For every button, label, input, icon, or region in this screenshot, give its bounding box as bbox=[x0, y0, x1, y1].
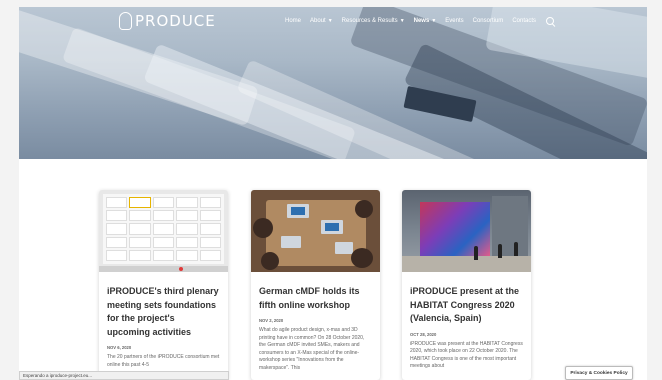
hall-floor bbox=[402, 256, 531, 272]
news-card-image[interactable] bbox=[402, 190, 531, 272]
led-screen bbox=[420, 202, 490, 256]
laptop-screen bbox=[325, 223, 339, 231]
nav-item-label: Contacts bbox=[512, 18, 536, 24]
page: PRODUCE Home About ▼ Resources & Results… bbox=[19, 7, 647, 380]
person bbox=[253, 218, 273, 238]
news-card-date: NOV 6, 2020 bbox=[107, 345, 132, 350]
news-card-excerpt: iPRODUCE was present at the HABITAT Cong… bbox=[410, 340, 523, 370]
chevron-down-icon: ▼ bbox=[327, 18, 333, 24]
nav-item-consortium[interactable]: Consortium bbox=[473, 18, 504, 24]
nav-item-label: Home bbox=[285, 18, 302, 24]
top-navigation: PRODUCE Home About ▼ Resources & Results… bbox=[19, 7, 647, 37]
news-card-body: iPRODUCE present at the HABITAT Congress… bbox=[402, 272, 531, 371]
nav-item-events[interactable]: Events bbox=[445, 18, 463, 24]
news-card-excerpt: The 20 partners of the iPRODUCE consorti… bbox=[107, 354, 220, 368]
nav-item-about[interactable]: About ▼ bbox=[310, 18, 333, 24]
chevron-down-icon: ▼ bbox=[399, 18, 405, 24]
news-card[interactable]: iPRODUCE's third plenary meeting sets fo… bbox=[99, 190, 228, 380]
logo-text: PRODUCE bbox=[135, 12, 216, 30]
nav-item-label: Consortium bbox=[472, 18, 504, 24]
person bbox=[514, 242, 518, 256]
news-card[interactable]: German cMDF holds its fifth online works… bbox=[251, 190, 380, 380]
person bbox=[498, 244, 502, 258]
main-menu: Home About ▼ Resources & Results ▼ News … bbox=[285, 17, 554, 25]
laptop bbox=[335, 242, 353, 254]
chevron-down-icon: ▼ bbox=[431, 18, 437, 24]
news-card-image[interactable] bbox=[251, 190, 380, 272]
browser-status-bar: Esperando a iproduce-project.eu... bbox=[19, 371, 229, 380]
laptop-screen bbox=[291, 207, 305, 215]
news-card-body: iPRODUCE's third plenary meeting sets fo… bbox=[99, 272, 228, 369]
nav-item-label: Resources & Results bbox=[341, 18, 398, 24]
lightbulb-icon bbox=[119, 12, 132, 30]
video-toolbar bbox=[99, 266, 228, 272]
laptop bbox=[281, 236, 301, 248]
news-card-image[interactable] bbox=[99, 190, 228, 272]
person bbox=[355, 200, 373, 218]
news-card-date: NOV 2, 2020 bbox=[259, 318, 284, 323]
person bbox=[261, 252, 279, 270]
search-icon[interactable] bbox=[546, 17, 554, 25]
nav-item-label: About bbox=[310, 18, 326, 24]
news-card-body: German cMDF holds its fifth online works… bbox=[251, 272, 380, 373]
privacy-cookies-button[interactable]: Privacy & Cookies Policy bbox=[565, 366, 633, 380]
news-card[interactable]: iPRODUCE present at the HABITAT Congress… bbox=[402, 190, 531, 380]
nav-item-news[interactable]: News ▼ bbox=[414, 18, 437, 24]
site-logo[interactable]: PRODUCE bbox=[119, 12, 216, 30]
record-icon bbox=[179, 267, 183, 271]
news-card-title[interactable]: German cMDF holds its fifth online works… bbox=[259, 285, 372, 312]
person bbox=[474, 246, 478, 260]
news-card-excerpt: What do agile product design, x-mas and … bbox=[259, 327, 365, 371]
person bbox=[351, 248, 373, 268]
nav-item-label: Events bbox=[445, 18, 464, 24]
nav-item-label: News bbox=[413, 18, 430, 24]
nav-item-home[interactable]: Home bbox=[285, 18, 301, 24]
video-call-grid bbox=[103, 194, 224, 264]
hero-banner: PRODUCE Home About ▼ Resources & Results… bbox=[19, 7, 647, 159]
news-card-date: OCT 28, 2020 bbox=[410, 331, 437, 337]
nav-item-resources-results[interactable]: Resources & Results ▼ bbox=[342, 18, 405, 24]
news-card-title[interactable]: iPRODUCE's third plenary meeting sets fo… bbox=[107, 285, 220, 339]
news-card-title[interactable]: iPRODUCE present at the HABITAT Congress… bbox=[410, 285, 523, 326]
nav-item-contacts[interactable]: Contacts bbox=[512, 18, 536, 24]
